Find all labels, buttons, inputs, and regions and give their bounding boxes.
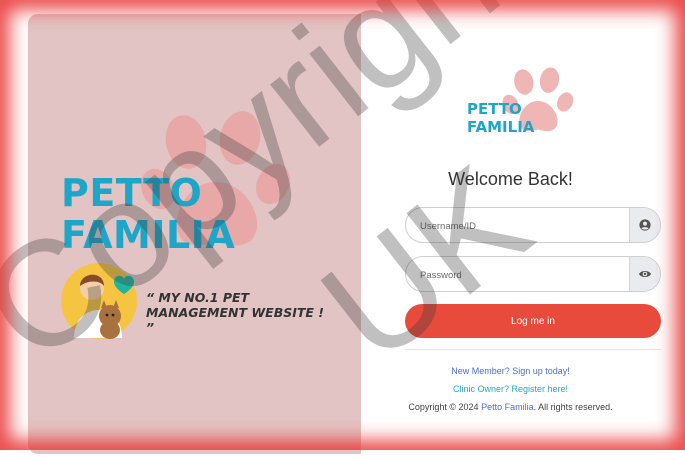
username-field-group [405, 207, 661, 243]
eye-icon[interactable] [629, 257, 660, 291]
login-card: PETTO FAMILIA “ MY NO.1 PET MANAGEMENT W… [28, 14, 685, 454]
copyright-suffix: . All rights reserved. [533, 402, 613, 412]
brand-name-line1: PETTO [61, 171, 203, 215]
signup-link[interactable]: New Member? Sign up today! [451, 366, 570, 376]
brand-panel: PETTO FAMILIA “ MY NO.1 PET MANAGEMENT W… [28, 14, 361, 454]
tagline: “ MY NO.1 PET MANAGEMENT WEBSITE ! ” [146, 290, 336, 335]
brand-name-line2: FAMILIA [467, 118, 535, 136]
copyright-brand-link[interactable]: Petto Familia [481, 402, 534, 412]
copyright: Copyright © 2024 Petto Familia. All righ… [361, 402, 660, 412]
username-input[interactable] [418, 208, 622, 242]
copyright-prefix: Copyright © 2024 [408, 402, 482, 412]
login-button[interactable]: Log me in [405, 304, 661, 338]
welcome-heading: Welcome Back! [448, 169, 573, 189]
password-field-group [405, 256, 661, 292]
pet-owner-mascot-icon [61, 263, 137, 339]
clinic-link-row: Clinic Owner? Register here! [361, 384, 660, 394]
user-circle-icon [629, 208, 660, 242]
brand-name-line1: PETTO [467, 100, 522, 118]
brand-logo-small: PETTO FAMILIA [467, 100, 534, 136]
password-input[interactable] [418, 257, 622, 291]
divider [405, 349, 661, 350]
login-panel: PETTO FAMILIA Welcome Back! Username/ID … [361, 14, 685, 454]
clinic-register-link[interactable]: Clinic Owner? Register here! [453, 384, 568, 394]
signup-link-row: New Member? Sign up today! [361, 366, 660, 376]
brand-logo-large: PETTO FAMILIA [61, 172, 235, 256]
tagline-line2: MANAGEMENT WEBSITE ! ” [146, 305, 324, 335]
brand-name-line2: FAMILIA [61, 213, 236, 257]
tagline-line1: “ MY NO.1 PET [146, 290, 250, 305]
